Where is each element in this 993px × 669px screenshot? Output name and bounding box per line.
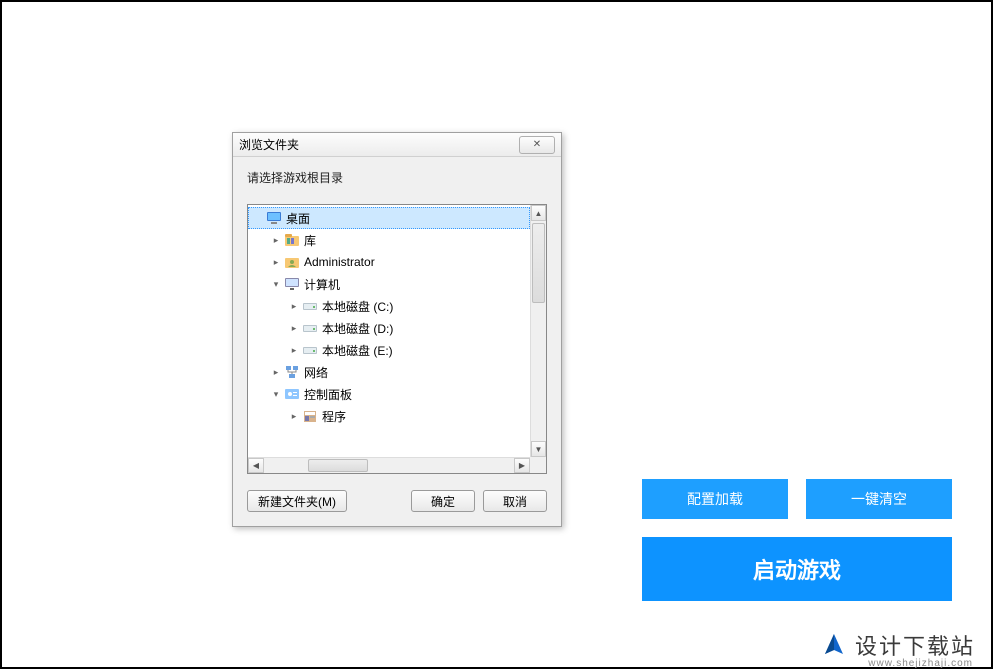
tree-row[interactable]: ▸ 网络 xyxy=(248,361,530,383)
tree-row-label: Administrator xyxy=(304,255,375,269)
folder-tree-viewport[interactable]: ▸桌面▸库▸Administrator▾计算机▸本地磁盘 (C:)▸本地磁盘 (… xyxy=(248,205,530,457)
config-load-label: 配置加载 xyxy=(687,489,743,509)
dialog-titlebar[interactable]: 浏览文件夹 ✕ xyxy=(233,133,561,157)
scrollbar-corner xyxy=(530,457,546,473)
user-icon xyxy=(284,254,300,270)
dialog-body: 请选择游戏根目录 ▸桌面▸库▸Administrator▾计算机▸本地磁盘 (C… xyxy=(233,157,561,526)
control-panel-icon xyxy=(284,386,300,402)
new-folder-button[interactable]: 新建文件夹(M) xyxy=(247,490,347,512)
tree-row-label: 桌面 xyxy=(286,210,310,227)
one-click-clear-button[interactable]: 一键清空 xyxy=(806,479,952,519)
drive-icon xyxy=(302,342,318,358)
chevron-right-icon[interactable]: ▸ xyxy=(288,345,300,356)
drive-icon xyxy=(302,298,318,314)
desktop-icon xyxy=(266,210,282,226)
network-icon xyxy=(284,364,300,380)
chevron-right-icon[interactable]: ▸ xyxy=(270,235,282,246)
dialog-button-row: 新建文件夹(M) 确定 取消 xyxy=(247,490,547,512)
tree-row[interactable]: ▸ 本地磁盘 (E:) xyxy=(248,339,530,361)
tree-row-label: 程序 xyxy=(322,408,346,425)
tree-row-label: 本地磁盘 (E:) xyxy=(322,342,393,359)
chevron-down-icon[interactable]: ▾ xyxy=(270,279,282,290)
cancel-button[interactable]: 取消 xyxy=(483,490,547,512)
scroll-right-arrow-icon[interactable]: ▶ xyxy=(514,458,530,473)
chevron-down-icon[interactable]: ▾ xyxy=(270,389,282,400)
computer-icon xyxy=(284,276,300,292)
watermark-logo-icon xyxy=(821,632,847,658)
tree-row[interactable]: ▸ 本地磁盘 (C:) xyxy=(248,295,530,317)
scroll-up-arrow-icon[interactable]: ▲ xyxy=(531,205,546,221)
start-game-button[interactable]: 启动游戏 xyxy=(642,537,952,601)
tree-row-label: 控制面板 xyxy=(304,386,352,403)
ok-button[interactable]: 确定 xyxy=(411,490,475,512)
tree-row-label: 本地磁盘 (D:) xyxy=(322,320,393,337)
chevron-right-icon[interactable]: ▸ xyxy=(288,323,300,334)
scroll-left-arrow-icon[interactable]: ◀ xyxy=(248,458,264,473)
tree-row-label: 本地磁盘 (C:) xyxy=(322,298,393,315)
tree-row[interactable]: ▸ 本地磁盘 (D:) xyxy=(248,317,530,339)
chevron-right-icon: ▸ xyxy=(252,213,264,224)
watermark-url: www.shejizhaji.com xyxy=(868,658,973,669)
dialog-prompt: 请选择游戏根目录 xyxy=(247,169,547,186)
watermark-text: 设计下载站 xyxy=(855,629,975,661)
tree-row-label: 计算机 xyxy=(304,276,340,293)
library-icon xyxy=(284,232,300,248)
vertical-scroll-thumb[interactable] xyxy=(532,223,545,303)
chevron-right-icon[interactable]: ▸ xyxy=(270,367,282,378)
vertical-scrollbar[interactable]: ▲ ▼ xyxy=(530,205,546,457)
close-icon: ✕ xyxy=(533,139,541,150)
browse-folder-dialog: 浏览文件夹 ✕ 请选择游戏根目录 ▸桌面▸库▸Administrator▾计算机… xyxy=(232,132,562,527)
one-click-clear-label: 一键清空 xyxy=(851,489,907,509)
tree-row[interactable]: ▸ Administrator xyxy=(248,251,530,273)
tree-row[interactable]: ▸ 程序 xyxy=(248,405,530,427)
watermark: 设计下载站 xyxy=(821,629,975,661)
horizontal-scrollbar[interactable]: ◀ ▶ xyxy=(248,457,530,473)
tree-row-label: 库 xyxy=(304,232,316,249)
tree-row-label: 网络 xyxy=(304,364,328,381)
folder-tree: ▸桌面▸库▸Administrator▾计算机▸本地磁盘 (C:)▸本地磁盘 (… xyxy=(247,204,547,474)
scroll-down-arrow-icon[interactable]: ▼ xyxy=(531,441,546,457)
dialog-title: 浏览文件夹 xyxy=(239,136,299,153)
config-load-button[interactable]: 配置加载 xyxy=(642,479,788,519)
programs-icon xyxy=(302,408,318,424)
chevron-right-icon[interactable]: ▸ xyxy=(270,257,282,268)
tree-row[interactable]: ▾ 计算机 xyxy=(248,273,530,295)
tree-row[interactable]: ▸ 桌面 xyxy=(248,207,530,229)
chevron-right-icon[interactable]: ▸ xyxy=(288,301,300,312)
tree-row[interactable]: ▾ 控制面板 xyxy=(248,383,530,405)
horizontal-scroll-thumb[interactable] xyxy=(308,459,368,472)
close-button[interactable]: ✕ xyxy=(519,136,555,154)
start-game-label: 启动游戏 xyxy=(753,553,841,585)
chevron-right-icon[interactable]: ▸ xyxy=(288,411,300,422)
drive-icon xyxy=(302,320,318,336)
tree-row[interactable]: ▸库 xyxy=(248,229,530,251)
